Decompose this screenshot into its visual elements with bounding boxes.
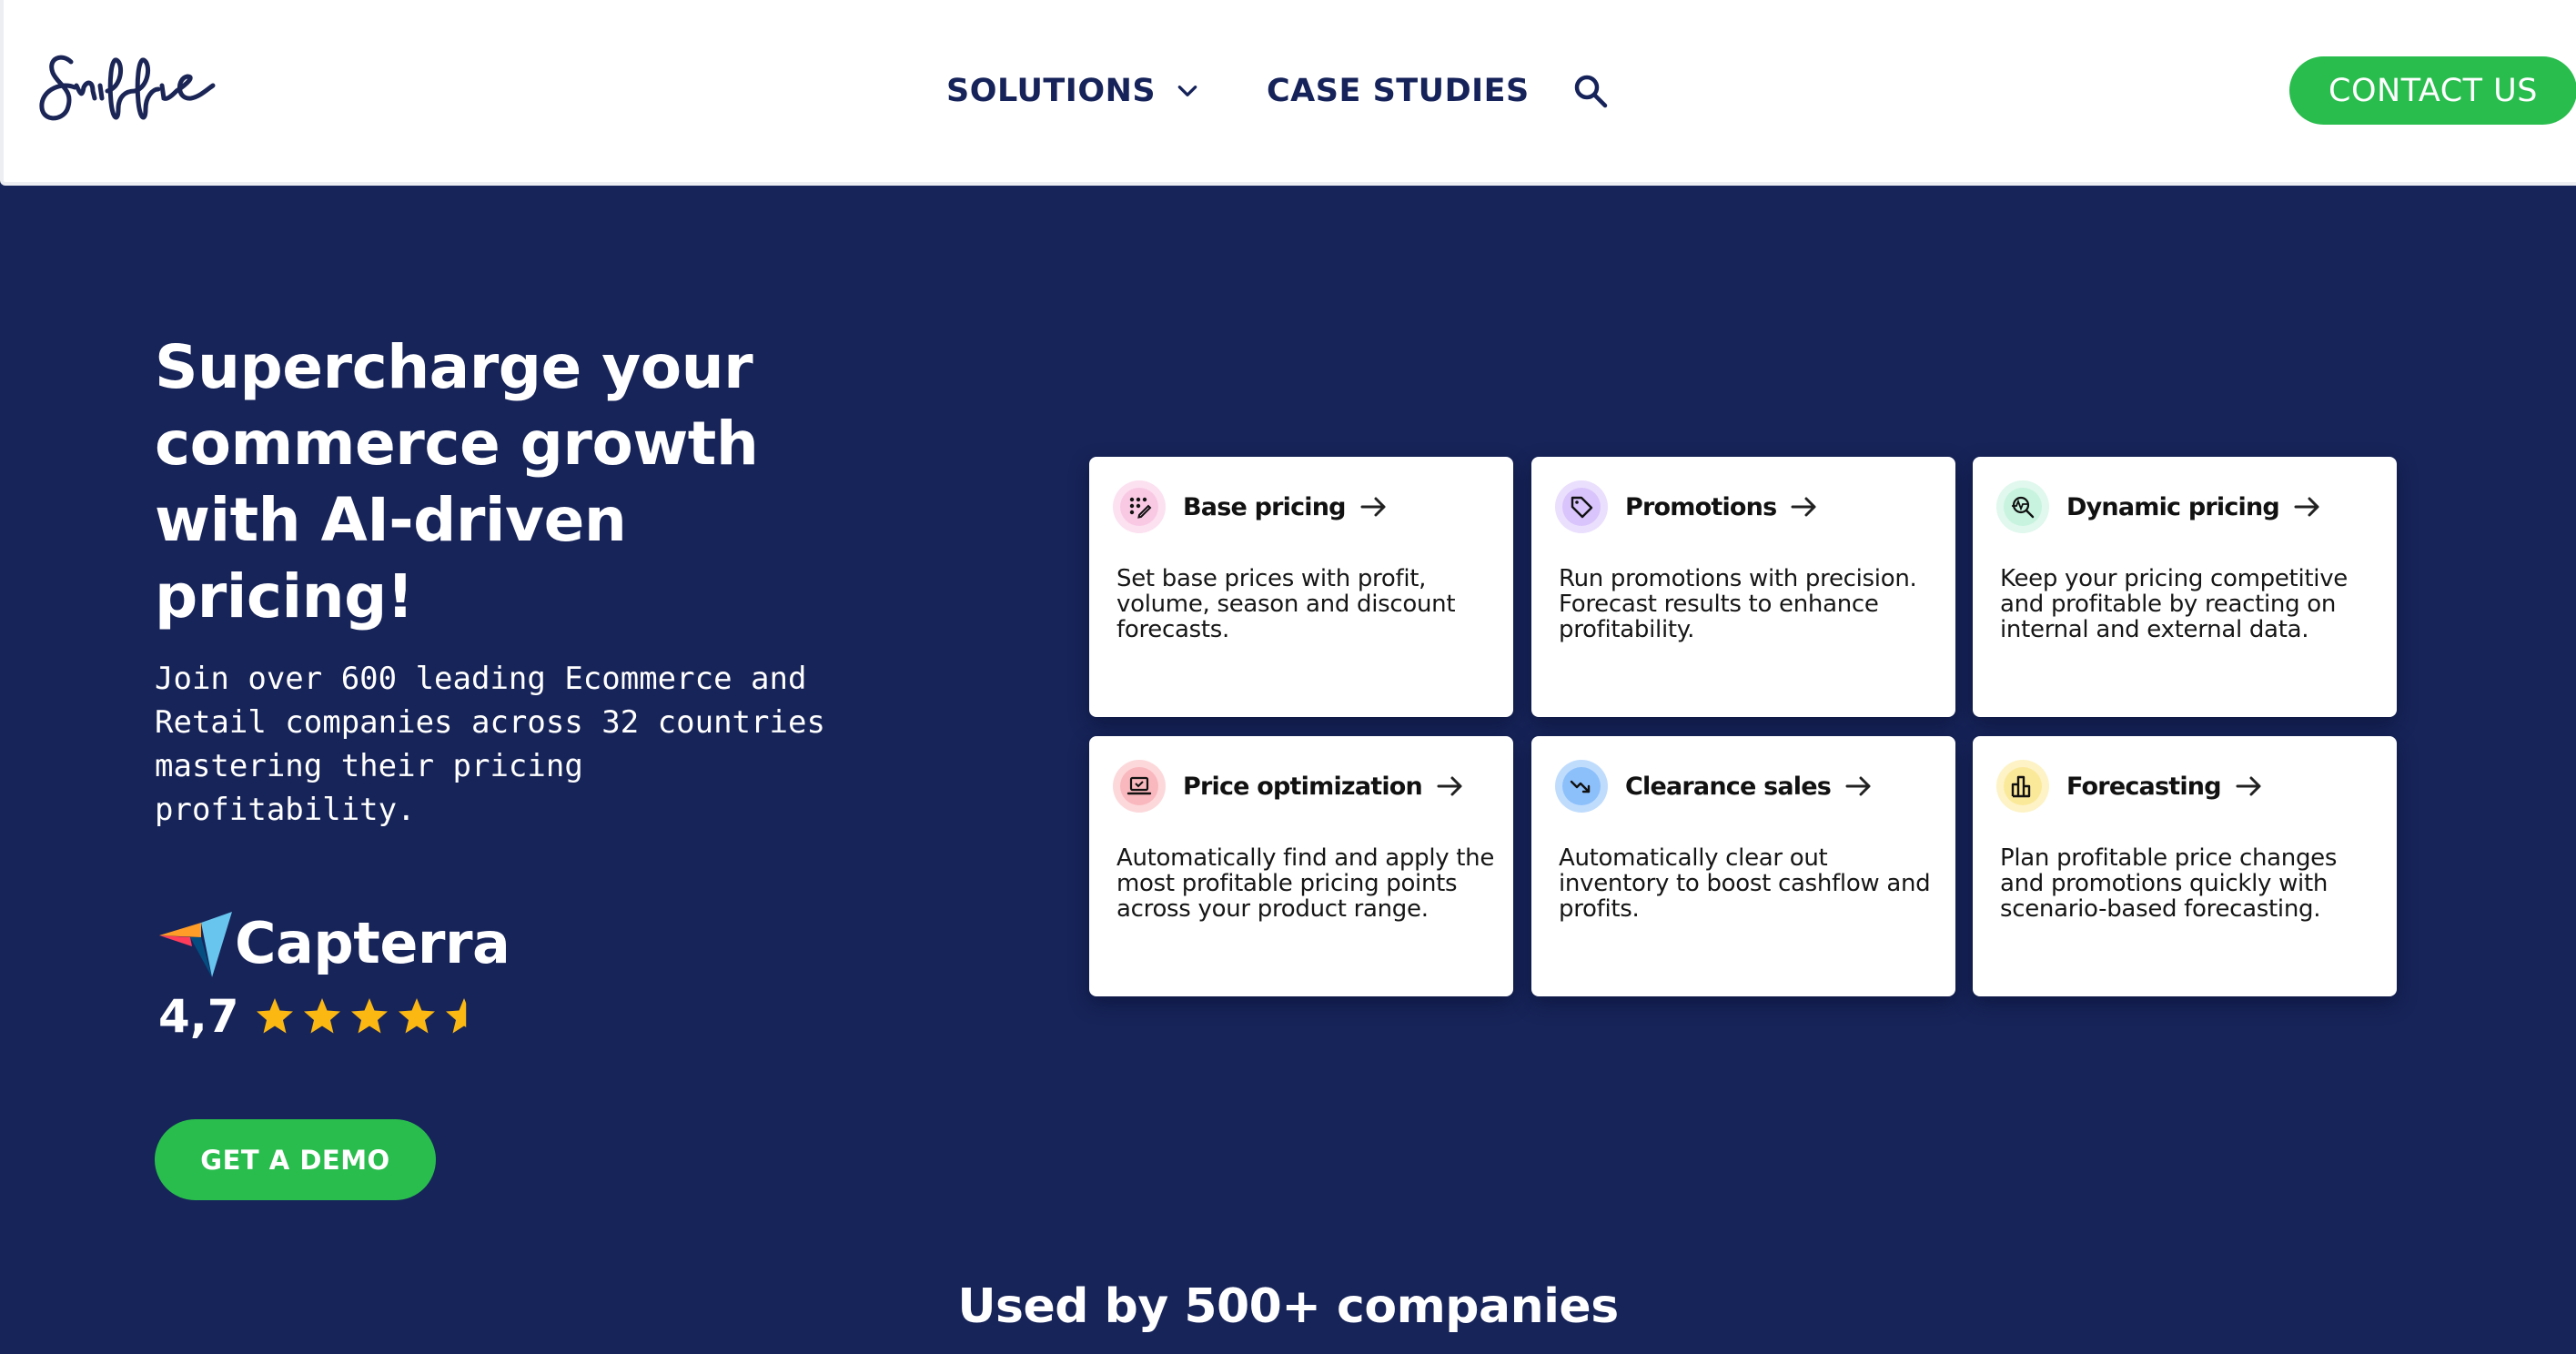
get-a-demo-button[interactable]: GET A DEMO [155,1119,436,1200]
bar-chart-icon [2011,775,2031,798]
card-title: Price optimization [1183,772,1423,801]
arrow-right-icon [1791,497,1816,517]
hero-title-line: Supercharge your [155,332,753,402]
contact-us-button[interactable]: CONTACT US [2289,56,2576,125]
rating-score: 4,7 [158,990,239,1043]
card-promotions[interactable]: Promotions Run promotions with precision.… [1531,457,1955,717]
hero-title: Supercharge your commerce growth with AI… [155,329,846,635]
card-description: Plan profitable price changes and promot… [2000,844,2338,923]
star-full-icon [257,998,293,1034]
chevron-down-icon [1177,86,1197,96]
hero-subtitle-line: profitability. [155,792,416,828]
card-description: Automatically clear out inventory to boo… [1559,844,1931,923]
nav-solutions[interactable]: SOLUTIONS [946,67,1199,115]
card-title-link[interactable]: Promotions [1625,486,1818,528]
capterra-rating[interactable]: Capterra 4,7 [155,905,510,1051]
arrow-right-icon [1360,497,1386,517]
card-clearance-sales[interactable]: Clearance sales Automatically clear out i… [1531,736,1955,996]
card-icon-badge [1113,760,1166,813]
card-title: Dynamic pricing [2066,492,2280,521]
hero-subtitle-line: Join over 600 leading Ecommerce and [155,661,807,697]
search-icon[interactable] [1571,71,1611,111]
hero-subtitle-line: Retail companies across 32 countries [155,704,825,741]
card-icon-badge [1996,480,2049,533]
sniffie-logo[interactable] [35,45,226,127]
card-base-pricing[interactable]: Base pricing Set base prices with profit,… [1089,457,1513,717]
hero-title-line: commerce growth [155,409,759,479]
card-icon-inner [1562,488,1601,526]
card-title-link[interactable]: Price optimization [1183,765,1464,807]
tag-icon [1571,496,1593,519]
card-title: Clearance sales [1625,772,1832,801]
nav-case-studies-label: CASE STUDIES [1267,73,1530,109]
card-icon-badge [1113,480,1166,533]
rating-stars [255,996,484,1036]
card-title: Base pricing [1183,492,1347,521]
capterra-logo-icon [159,912,232,977]
used-by-heading: Used by 500+ companies [957,1279,1619,1334]
card-title-link[interactable]: Dynamic pricing [2066,486,2321,528]
nav-case-studies[interactable]: CASE STUDIES [1267,67,1530,115]
card-title-link[interactable]: Forecasting [2066,765,2263,807]
card-icon-inner [2004,488,2042,526]
capterra-brand: Capterra [235,910,510,976]
star-full-icon [351,998,388,1034]
hero-subtitle-line: mastering their pricing [155,748,583,784]
card-title: Promotions [1625,492,1777,521]
card-icon-badge [1996,760,2049,813]
card-icon-inner [1562,767,1601,805]
card-icon-badge [1555,480,1608,533]
arrow-right-icon [1845,776,1871,796]
card-description: Keep your pricing competitive and profit… [2000,565,2348,643]
star-full-icon [304,998,340,1034]
arrow-right-icon [2236,776,2261,796]
site-header: SOLUTIONS CASE STUDIES CONTACT US [0,0,2576,186]
star-full-icon [399,998,435,1034]
card-dynamic-pricing[interactable]: Dynamic pricing Keep your pricing competi… [1973,457,2397,717]
card-title-link[interactable]: Base pricing [1183,486,1388,528]
card-description: Run promotions with precision. Forecast … [1559,565,1917,643]
laptop-check-icon [1126,776,1152,795]
card-title: Forecasting [2066,772,2222,801]
card-icon-inner [1120,767,1158,805]
card-icon-inner [1120,488,1158,526]
hero-subtitle: Join over 600 leading Ecommerce and Reta… [155,657,864,832]
arrow-right-icon [2294,497,2319,517]
card-title-link[interactable]: Clearance sales [1625,765,1873,807]
card-icon-badge [1555,760,1608,813]
card-forecasting[interactable]: Forecasting Plan profitable price changes… [1973,736,2397,996]
card-icon-inner [2004,767,2042,805]
card-description: Automatically find and apply the most pr… [1116,844,1495,923]
card-price-optimization[interactable]: Price optimization Automatically find and… [1089,736,1513,996]
grid-edit-icon [1129,497,1152,519]
card-description: Set base prices with profit, volume, sea… [1116,565,1456,643]
arrow-right-icon [1437,776,1462,796]
hero-title-line: pricing! [155,561,414,632]
search-chart-icon [2012,496,2035,519]
nav-solutions-label: SOLUTIONS [946,73,1157,109]
trend-down-icon [1570,780,1591,793]
star-partial-icon [446,998,467,1034]
hero-title-line: with AI-driven [155,485,627,555]
